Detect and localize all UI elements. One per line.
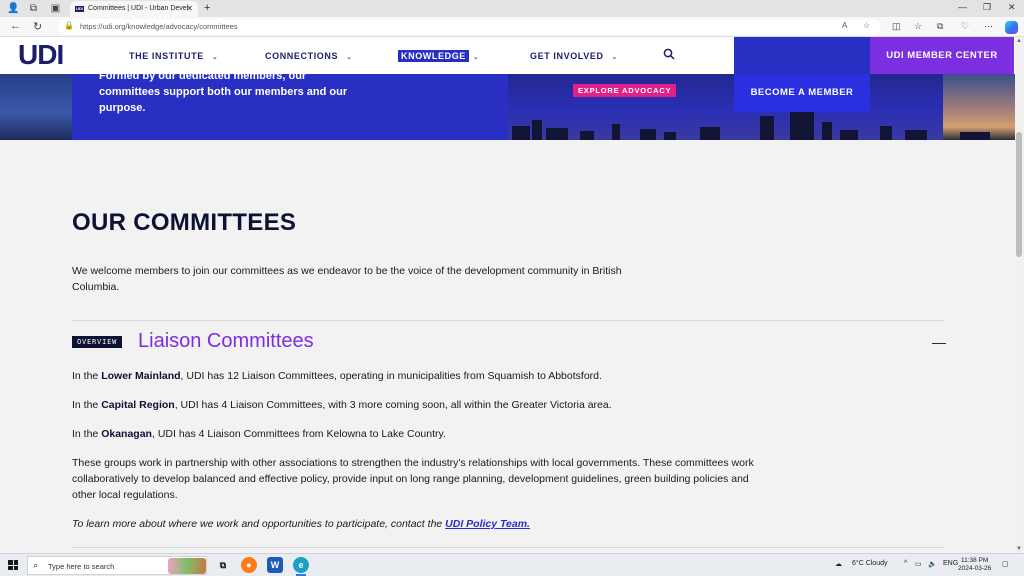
search-icon[interactable] — [663, 48, 675, 60]
scrollbar-thumb[interactable] — [1016, 132, 1022, 257]
notifications-icon[interactable]: ▢ — [1002, 560, 1009, 568]
split-screen-icon[interactable]: ◫ — [892, 21, 901, 32]
lock-icon[interactable]: 🔒 — [64, 21, 74, 30]
task-view-icon[interactable]: ⧉ — [215, 557, 231, 573]
scroll-up-icon[interactable]: ▲ — [1016, 38, 1022, 44]
weather-text[interactable]: 6°C Cloudy — [852, 560, 887, 567]
divider — [72, 320, 944, 321]
new-tab-icon[interactable]: + — [204, 2, 210, 14]
windows-taskbar: ⌕ Type here to search ⧉ ● W e ☁ 6°C Clou… — [0, 553, 1024, 576]
udi-favicon-icon: UDI — [75, 6, 84, 12]
nav-connections[interactable]: CONNECTIONS ⌄ — [265, 51, 353, 61]
scroll-down-icon[interactable]: ▼ — [1016, 546, 1022, 552]
workspaces-icon[interactable]: ⧉ — [28, 3, 39, 14]
section-title: Liaison Committees — [138, 330, 314, 352]
chevron-down-icon: ⌄ — [346, 54, 353, 61]
collapse-icon[interactable]: — — [932, 334, 946, 350]
hero-text: Formed by our dedicated members, our com… — [99, 74, 348, 114]
member-center-button[interactable]: UDI MEMBER CENTER — [870, 37, 1014, 74]
browser-tab-active[interactable]: UDI Committees | UDI - Urban Devel ✕ — [70, 1, 198, 17]
chevron-down-icon: ⌄ — [611, 54, 619, 61]
firefox-icon[interactable]: ● — [241, 557, 257, 573]
paragraph-lower-mainland: In the Lower Mainland, UDI has 12 Liaiso… — [72, 370, 602, 382]
word-icon[interactable]: W — [267, 557, 283, 573]
nav-knowledge[interactable]: KNOWLEDGE ⌄ — [398, 50, 480, 62]
back-icon[interactable]: ← — [10, 20, 21, 32]
copilot-icon[interactable] — [1005, 21, 1018, 34]
hero-left-image — [0, 74, 72, 140]
network-icon[interactable]: ▭ — [915, 560, 922, 568]
paragraph-contact: To learn more about where we work and op… — [72, 518, 530, 530]
collections-icon[interactable]: ⧉ — [937, 21, 943, 32]
edge-icon[interactable]: e — [293, 557, 309, 576]
paragraph-partnership: These groups work in partnership with ot… — [72, 457, 754, 501]
tray-chevron-icon[interactable]: ^ — [904, 560, 907, 567]
close-window-icon[interactable]: ✕ — [1008, 2, 1016, 13]
windows-start-icon[interactable] — [8, 560, 18, 570]
divider — [72, 547, 944, 548]
read-aloud-icon[interactable]: A — [842, 21, 847, 30]
become-member-button[interactable]: BECOME A MEMBER — [734, 74, 870, 112]
profile-icon[interactable]: 👤 — [7, 3, 19, 14]
volume-icon[interactable]: 🔈 — [928, 560, 937, 568]
udi-logo[interactable]: UDI — [18, 39, 64, 71]
close-tab-icon[interactable]: ✕ — [186, 1, 193, 17]
paragraph-okanagan: In the Okanagan, UDI has 4 Liaison Commi… — [72, 428, 446, 440]
overview-badge: OVERVIEW — [72, 336, 123, 348]
hero-banner: Formed by our dedicated members, our com… — [0, 74, 1015, 140]
page-title: OUR COMMITTEES — [72, 209, 297, 236]
url-field[interactable]: 🔒 https://udi.org/knowledge/advocacy/com… — [58, 19, 880, 35]
intro-text: We welcome members to join our committee… — [72, 265, 622, 293]
address-toolbar: ← ↻ 🔒 https://udi.org/knowledge/advocacy… — [0, 17, 1024, 37]
page-scrollbar[interactable]: ▲ ▼ — [1015, 37, 1024, 553]
taskbar-search-input[interactable]: ⌕ Type here to search — [27, 556, 207, 575]
chevron-down-icon: ⌄ — [211, 54, 219, 61]
restore-icon[interactable]: ❐ — [983, 2, 991, 13]
hero-sunset-image — [943, 74, 1015, 140]
header-accent-block — [734, 37, 870, 74]
browser-tab-bar: 👤 ⧉ ▣ UDI Committees | UDI - Urban Devel… — [0, 0, 1024, 17]
nav-get-involved[interactable]: GET INVOLVED ⌄ — [530, 51, 618, 61]
language-indicator[interactable]: ENG — [943, 560, 958, 567]
weather-icon[interactable]: ☁ — [835, 560, 842, 568]
more-menu-icon[interactable]: ⋯ — [984, 21, 993, 32]
nav-the-institute[interactable]: THE INSTITUTE ⌄ — [129, 51, 218, 61]
tab-actions-icon[interactable]: ▣ — [50, 3, 61, 14]
refresh-icon[interactable]: ↻ — [33, 20, 42, 33]
taskbar-clock[interactable]: 11:38 PM 2024-03-26 — [958, 557, 991, 573]
favorite-star-icon[interactable]: ☆ — [863, 21, 870, 30]
minimize-icon[interactable]: — — [958, 2, 967, 12]
url-text: https://udi.org/knowledge/advocacy/commi… — [80, 22, 238, 31]
policy-team-link[interactable]: UDI Policy Team. — [445, 518, 530, 530]
search-highlight-image — [168, 558, 206, 574]
search-placeholder: Type here to search — [48, 562, 115, 571]
chevron-down-icon: ⌄ — [472, 54, 480, 61]
explore-advocacy-button[interactable]: EXPLORE ADVOCACY — [573, 84, 677, 97]
tab-title: Committees | UDI - Urban Devel — [88, 5, 189, 12]
favorites-icon[interactable]: ☆ — [914, 21, 922, 32]
paragraph-capital-region: In the Capital Region, UDI has 4 Liaison… — [72, 399, 612, 411]
browser-essentials-icon[interactable]: ♡ — [961, 21, 969, 32]
search-icon: ⌕ — [33, 560, 39, 570]
